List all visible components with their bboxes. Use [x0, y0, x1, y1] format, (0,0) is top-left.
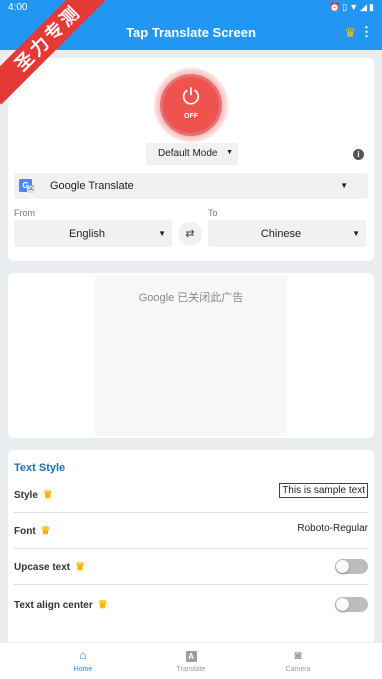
text-style-card: Text Style Style ♛ This is sample text Fo… — [8, 450, 374, 642]
style-sample[interactable]: This is sample text — [279, 483, 368, 498]
info-icon[interactable]: i — [353, 149, 364, 160]
camera-icon: ◙ — [294, 648, 302, 662]
signal-icon: ◢ — [360, 2, 370, 12]
dropdown-arrow-icon: ▼ — [226, 149, 233, 156]
ad-closed-text: Google 已关闭此广告 — [138, 292, 244, 304]
section-title: Text Style — [14, 462, 66, 474]
crown-icon: ♛ — [40, 525, 51, 537]
translate-control-card: ⏻ OFF Default Mode ▼ i G 文 Google Transl… — [8, 58, 374, 261]
from-caption: From — [14, 208, 35, 218]
crown-icon: ♛ — [97, 599, 108, 611]
dropdown-arrow-icon: ▼ — [158, 229, 166, 238]
status-time: 4:00 — [8, 2, 28, 13]
toggle-knob — [336, 598, 349, 611]
divider — [14, 584, 368, 585]
crown-icon: ♛ — [42, 489, 53, 501]
translate-icon: A — [151, 648, 231, 663]
upcase-toggle[interactable] — [335, 559, 368, 574]
font-label: Font — [14, 526, 36, 537]
font-value: Roboto-Regular — [297, 523, 368, 534]
align-center-row[interactable]: Text align center ♛ — [14, 587, 368, 623]
to-language-value: Chinese — [260, 228, 302, 240]
wifi-icon: ▼ — [349, 2, 361, 12]
to-caption: To — [208, 208, 218, 218]
mode-dropdown-value: Default Mode — [158, 148, 218, 159]
power-state-label: OFF — [184, 113, 198, 120]
status-icons: ⏰▯▼◢▮ — [329, 2, 376, 13]
crown-icon[interactable]: ♛ — [344, 25, 356, 41]
more-vert-icon[interactable]: ⋮ — [360, 24, 373, 40]
align-center-label: Text align center — [14, 600, 93, 611]
align-center-toggle[interactable] — [335, 597, 368, 612]
swap-languages-button[interactable]: ⇄ — [178, 222, 202, 246]
battery-icon: ▮ — [369, 2, 376, 12]
style-row[interactable]: Style ♛ This is sample text — [14, 477, 368, 513]
power-button[interactable]: ⏻ OFF — [160, 74, 222, 136]
nav-camera[interactable]: ◙ Camera — [258, 648, 338, 673]
dropdown-arrow-icon: ▼ — [340, 181, 348, 190]
to-language-dropdown[interactable]: Chinese ▼ — [208, 220, 366, 247]
swap-icon: ⇄ — [185, 228, 195, 240]
from-language-dropdown[interactable]: English ▼ — [14, 220, 172, 247]
nav-home[interactable]: ⌂ Home — [43, 648, 123, 673]
nav-home-label: Home — [73, 666, 93, 673]
power-icon: ⏻ — [182, 84, 200, 109]
upcase-row[interactable]: Upcase text ♛ — [14, 549, 368, 585]
translator-dropdown[interactable]: G 文 Google Translate ▼ — [14, 173, 368, 199]
mode-dropdown[interactable]: Default Mode ▼ — [146, 143, 238, 165]
nav-translate-label: Translate — [176, 666, 206, 673]
nav-translate[interactable]: A Translate — [151, 648, 231, 673]
dropdown-arrow-icon: ▼ — [352, 229, 360, 238]
style-label: Style — [14, 490, 38, 501]
upcase-label: Upcase text — [14, 562, 71, 573]
from-language-value: English — [68, 228, 106, 240]
ad-card: Google 已关闭此广告 — [8, 273, 374, 438]
font-row[interactable]: Font ♛ Roboto-Regular — [14, 513, 368, 549]
toggle-knob — [336, 560, 349, 573]
home-icon: ⌂ — [79, 648, 87, 662]
bottom-navigation: ⌂ Home A Translate ◙ Camera — [0, 642, 382, 679]
nav-camera-label: Camera — [285, 666, 311, 673]
translator-dropdown-value: Google Translate — [50, 180, 134, 192]
ad-placeholder: Google 已关闭此广告 — [95, 276, 287, 436]
alarm-icon: ⏰ — [329, 2, 343, 12]
crown-icon: ♛ — [75, 561, 86, 573]
google-translate-icon-back: 文 — [27, 185, 35, 193]
